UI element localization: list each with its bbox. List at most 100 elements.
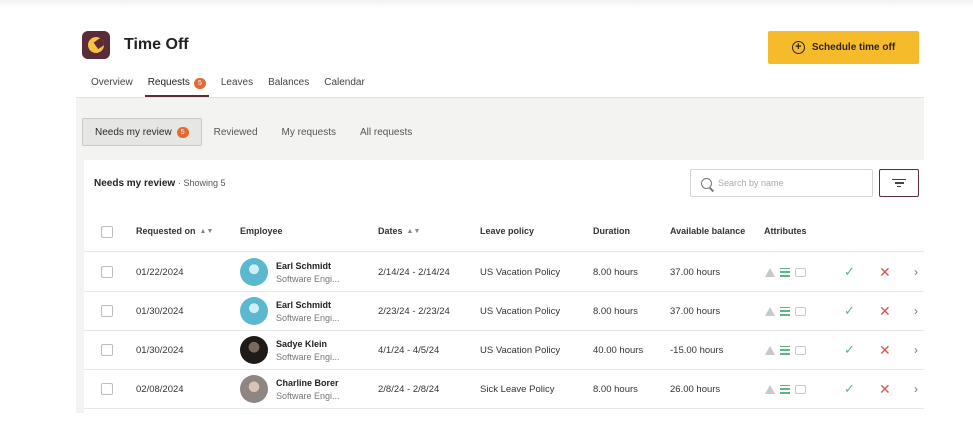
duration-cell: 8.00 hours xyxy=(593,266,638,278)
balance-cell: 37.00 hours xyxy=(670,266,721,278)
search-icon xyxy=(701,177,712,189)
employee-cell: Earl Schmidt Software Engi... xyxy=(240,258,340,286)
employee-name: Earl Schmidt xyxy=(276,299,332,310)
schedule-time-off-label: Schedule time off xyxy=(811,42,896,53)
warning-icon xyxy=(765,306,775,316)
table-row[interactable]: 01/30/2024 Earl Schmidt Software Engi...… xyxy=(84,292,924,331)
duration-cell: 40.00 hours xyxy=(593,344,644,356)
employee-title: Software Engi... xyxy=(276,390,340,401)
employee-name: Earl Schmidt xyxy=(276,260,332,271)
approve-check-icon[interactable]: ✓ xyxy=(844,253,855,291)
subtab-reviewed[interactable]: Reviewed xyxy=(202,118,270,146)
dates-cell: 2/8/24 - 2/8/24 xyxy=(378,383,440,395)
approve-check-icon[interactable]: ✓ xyxy=(844,331,855,369)
avatar xyxy=(240,375,268,403)
table-row[interactable]: 01/30/2024 Sadye Klein Software Engi... … xyxy=(84,331,924,370)
leave-policy-cell: US Vacation Policy xyxy=(480,266,561,278)
warning-icon xyxy=(765,267,775,277)
row-checkbox[interactable] xyxy=(101,305,113,317)
comment-icon xyxy=(795,306,806,316)
attributes-cell xyxy=(765,292,806,330)
warning-icon xyxy=(765,345,775,355)
avatar xyxy=(240,336,268,364)
approve-check-icon[interactable]: ✓ xyxy=(844,292,855,330)
chevron-right-icon[interactable]: › xyxy=(914,370,918,408)
deny-x-icon[interactable]: ✕ xyxy=(879,292,891,330)
employee-name: Sadye Klein xyxy=(276,338,328,349)
subtab-my-requests[interactable]: My requests xyxy=(270,118,348,146)
chevron-right-icon[interactable]: › xyxy=(914,292,918,330)
dates-cell: 2/23/24 - 2/23/24 xyxy=(378,305,450,317)
employee-cell: Earl Schmidt Software Engi... xyxy=(240,297,340,325)
chevron-right-icon[interactable]: › xyxy=(914,253,918,291)
column-dates[interactable]: Dates ▲▼ xyxy=(378,226,420,236)
approve-check-icon[interactable]: ✓ xyxy=(844,370,855,408)
table-body: 01/22/2024 Earl Schmidt Software Engi...… xyxy=(84,253,924,409)
tab-leaves[interactable]: Leaves xyxy=(218,74,256,97)
filter-icon xyxy=(892,179,906,181)
employee-cell: Charline Borer Software Engi... xyxy=(240,375,340,403)
requested-on-cell: 01/22/2024 xyxy=(136,266,184,278)
column-available-balance: Available balance xyxy=(670,226,746,236)
sort-icon: ▲▼ xyxy=(406,227,421,235)
employee-name: Charline Borer xyxy=(276,377,339,388)
balance-cell: 37.00 hours xyxy=(670,305,721,317)
attributes-cell xyxy=(765,331,806,369)
search-input[interactable] xyxy=(718,178,868,188)
leave-policy-cell: Sick Leave Policy xyxy=(480,383,555,395)
table-row[interactable]: 02/08/2024 Charline Borer Software Engi.… xyxy=(84,370,924,409)
row-checkbox[interactable] xyxy=(101,344,113,356)
row-checkbox[interactable] xyxy=(101,383,113,395)
row-checkbox[interactable] xyxy=(101,266,113,278)
avatar xyxy=(240,297,268,325)
deny-x-icon[interactable]: ✕ xyxy=(879,253,891,291)
dates-cell: 4/1/24 - 4/5/24 xyxy=(378,344,440,356)
leave-policy-cell: US Vacation Policy xyxy=(480,305,561,317)
tab-calendar[interactable]: Calendar xyxy=(321,74,368,97)
list-icon xyxy=(780,345,790,355)
avatar xyxy=(240,258,268,286)
chevron-right-icon[interactable]: › xyxy=(914,331,918,369)
balance-cell: -15.00 hours xyxy=(670,344,724,356)
requested-on-cell: 01/30/2024 xyxy=(136,344,184,356)
page-title: Time Off xyxy=(124,36,189,53)
panel-title: Needs my review · Showing 5 xyxy=(94,178,226,189)
duration-cell: 8.00 hours xyxy=(593,305,638,317)
tab-balances[interactable]: Balances xyxy=(265,74,312,97)
requests-count-badge: 5 xyxy=(193,78,206,89)
filter-button[interactable] xyxy=(879,169,919,197)
review-panel: Needs my review · Showing 5 Requested on… xyxy=(84,160,924,413)
time-off-app-icon xyxy=(82,31,110,59)
main-tabs: Overview Requests 5 Leaves Balances Cale… xyxy=(88,74,377,97)
list-icon xyxy=(780,384,790,394)
tab-overview[interactable]: Overview xyxy=(88,74,136,97)
tab-requests[interactable]: Requests 5 xyxy=(144,74,209,97)
schedule-time-off-button[interactable]: + Schedule time off xyxy=(768,31,919,64)
comment-icon xyxy=(795,384,806,394)
list-icon xyxy=(780,267,790,277)
list-icon xyxy=(780,306,790,316)
sort-icon: ▲▼ xyxy=(199,227,214,235)
top-edge xyxy=(0,0,973,8)
request-subtabs: Needs my review 5 Reviewed My requests A… xyxy=(82,118,424,146)
deny-x-icon[interactable]: ✕ xyxy=(879,331,891,369)
attributes-cell xyxy=(765,370,806,408)
table-row[interactable]: 01/22/2024 Earl Schmidt Software Engi...… xyxy=(84,253,924,292)
search-box[interactable] xyxy=(690,169,873,197)
duration-cell: 8.00 hours xyxy=(593,383,638,395)
column-duration: Duration xyxy=(593,226,630,236)
requests-content: Needs my review 5 Reviewed My requests A… xyxy=(76,98,924,413)
deny-x-icon[interactable]: ✕ xyxy=(879,370,891,408)
subtab-all-requests[interactable]: All requests xyxy=(348,118,424,146)
column-requested-on[interactable]: Requested on ▲▼ xyxy=(136,226,213,236)
warning-icon xyxy=(765,384,775,394)
employee-title: Software Engi... xyxy=(276,351,340,362)
table-header: Requested on ▲▼ Employee Dates ▲▼ Leave po… xyxy=(84,212,924,252)
column-employee: Employee xyxy=(240,226,283,236)
showing-count: · Showing 5 xyxy=(177,178,226,188)
select-all-checkbox[interactable] xyxy=(101,226,113,238)
column-leave-policy: Leave policy xyxy=(480,226,535,236)
requested-on-cell: 01/30/2024 xyxy=(136,305,184,317)
comment-icon xyxy=(795,267,806,277)
subtab-needs-my-review[interactable]: Needs my review 5 xyxy=(82,118,202,146)
